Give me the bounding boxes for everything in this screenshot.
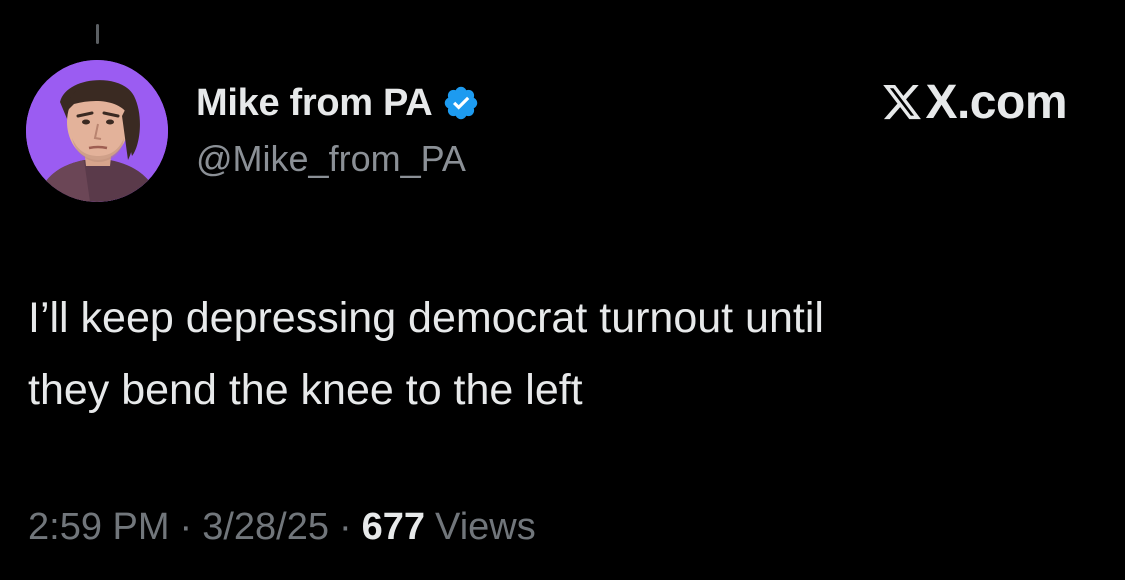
tweet-text: I’ll keep depressing democrat turnout un… <box>28 282 1088 426</box>
x-logo-icon <box>881 81 923 123</box>
verified-badge-icon <box>442 84 480 122</box>
author-handle[interactable]: @Mike_from_PA <box>196 138 466 180</box>
brand-text: X.com <box>925 75 1067 129</box>
brand-watermark: X.com <box>881 72 1067 132</box>
views-label: Views <box>435 506 536 548</box>
avatar[interactable] <box>26 60 168 202</box>
author-name-row[interactable]: Mike from PA <box>196 78 480 128</box>
tweet-time[interactable]: 2:59 PM <box>28 506 170 549</box>
profile-photo <box>26 60 168 202</box>
tweet-date[interactable]: 3/28/25 <box>202 506 329 549</box>
thread-connector-line <box>96 24 99 44</box>
author-display-name[interactable]: Mike from PA <box>196 82 433 125</box>
tweet-text-line-2: they bend the knee to the left <box>28 366 583 414</box>
views-count[interactable]: 677 <box>362 506 425 549</box>
separator-dot: · <box>179 506 193 548</box>
separator-dot: · <box>338 506 352 548</box>
tweet-text-line-1: I’ll keep depressing democrat turnout un… <box>28 294 824 342</box>
tweet-metadata: 2:59 PM · 3/28/25 · 677 Views <box>28 506 536 549</box>
